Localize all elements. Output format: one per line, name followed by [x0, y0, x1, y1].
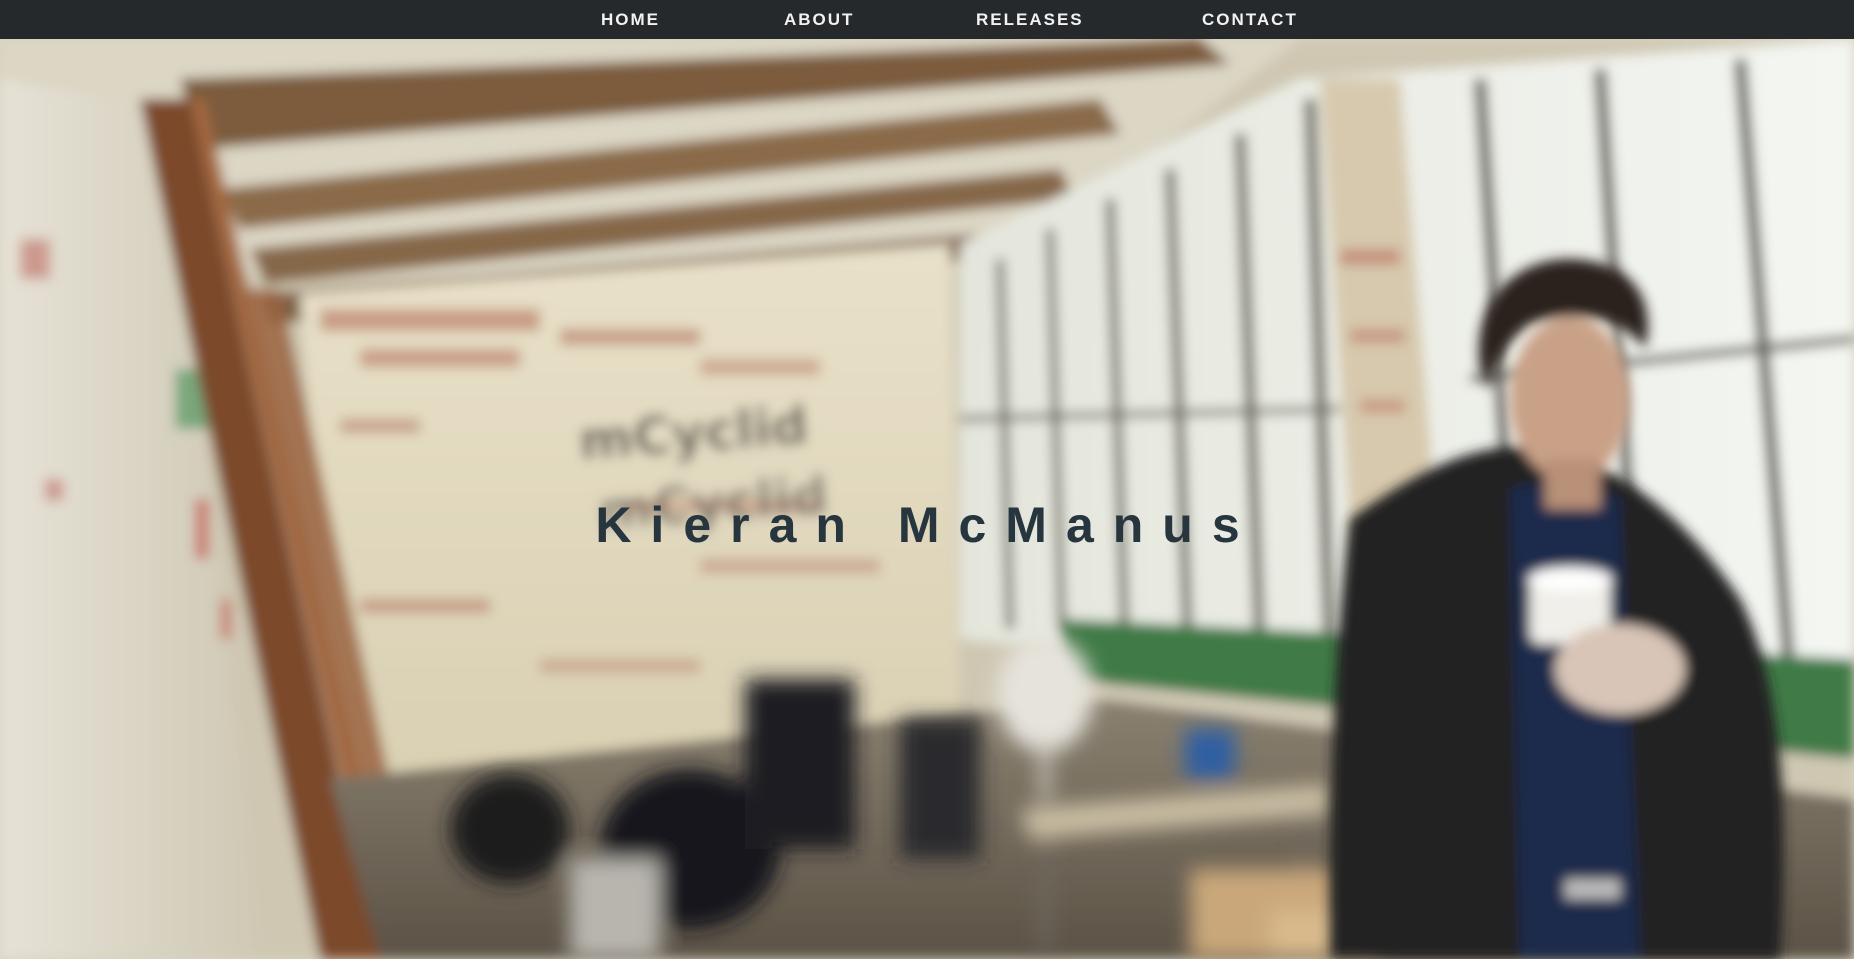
nav-contact-link[interactable]: CONTACT	[1202, 0, 1298, 39]
top-navbar: HOME ABOUT RELEASES CONTACT	[0, 0, 1854, 39]
artist-name-title: Kieran McManus	[595, 496, 1259, 553]
nav-about-link[interactable]: ABOUT	[784, 0, 854, 39]
hero-section: mCyclid mCyclid Kieran McManus	[0, 39, 1854, 959]
nav-releases-link[interactable]: RELEASES	[976, 0, 1084, 39]
nav-home-link[interactable]: HOME	[601, 0, 660, 39]
